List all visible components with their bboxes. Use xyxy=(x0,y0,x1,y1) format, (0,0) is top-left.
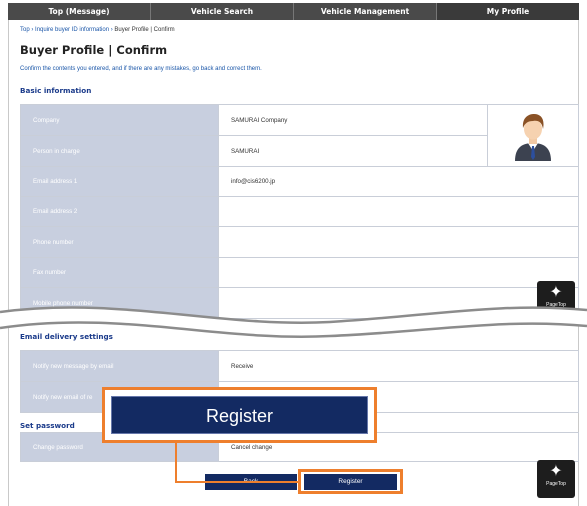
register-zoom-button: Register xyxy=(111,396,368,434)
row-label: Fax number xyxy=(20,257,219,288)
breadcrumb-separator: › xyxy=(31,27,34,33)
row-label: Notify new message by email xyxy=(20,350,219,382)
table-row: Email address 1 info@cis6200.jp xyxy=(20,166,579,197)
table-row: Phone number xyxy=(20,226,579,258)
avatar xyxy=(515,113,551,161)
breadcrumb-inquire-link[interactable]: Inquire buyer ID information xyxy=(35,27,109,33)
breadcrumb-current: Buyer Profile | Confirm xyxy=(114,27,175,33)
intro-text: Confirm the contents you entered, and if… xyxy=(20,66,262,72)
page-top-button[interactable]: ✦ PageTop xyxy=(537,460,575,498)
nav-item-vehicle-management[interactable]: Vehicle Management xyxy=(294,3,437,20)
basic-info-table: Company SAMURAI Company Person in charge… xyxy=(20,104,579,319)
row-label: Company xyxy=(20,104,219,136)
top-nav: Top (Message) Vehicle Search Vehicle Man… xyxy=(8,3,579,20)
row-label: Email address 2 xyxy=(20,196,219,227)
row-label: Phone number xyxy=(20,226,219,258)
connector-line xyxy=(175,441,177,483)
breadcrumb-separator: › xyxy=(110,27,113,33)
section-email-delivery: Email delivery settings xyxy=(20,332,113,341)
breadcrumb-top-link[interactable]: Top xyxy=(20,27,30,33)
row-value xyxy=(218,196,579,227)
nav-item-top-message[interactable]: Top (Message) xyxy=(8,3,151,20)
page-top-label: PageTop xyxy=(546,481,566,487)
nav-item-my-profile[interactable]: My Profile xyxy=(437,3,579,20)
row-value xyxy=(218,226,579,258)
register-zoom-callout: Register xyxy=(102,387,377,443)
breadcrumb: Top › Inquire buyer ID information › Buy… xyxy=(20,27,175,33)
row-value: Receive xyxy=(218,350,579,382)
row-label: Email address 1 xyxy=(20,166,219,197)
row-value: SAMURAI xyxy=(218,135,488,167)
nav-item-vehicle-search[interactable]: Vehicle Search xyxy=(151,3,294,20)
table-row: Email address 2 xyxy=(20,196,579,227)
table-row: Fax number xyxy=(20,257,579,288)
row-value xyxy=(218,257,579,288)
register-highlight-box xyxy=(298,469,403,494)
section-basic-information: Basic information xyxy=(20,86,92,95)
row-value: SAMURAI Company xyxy=(218,104,488,136)
row-value: info@cis6200.jp xyxy=(218,166,579,197)
connector-line xyxy=(175,481,299,483)
table-row: Company SAMURAI Company xyxy=(20,104,579,167)
row-label: Person in charge xyxy=(20,135,219,167)
page-title: Buyer Profile | Confirm xyxy=(20,43,168,57)
section-set-password: Set password xyxy=(20,421,75,430)
table-row: Notify new message by email Receive xyxy=(20,350,579,382)
profile-photo-cell xyxy=(487,104,579,167)
